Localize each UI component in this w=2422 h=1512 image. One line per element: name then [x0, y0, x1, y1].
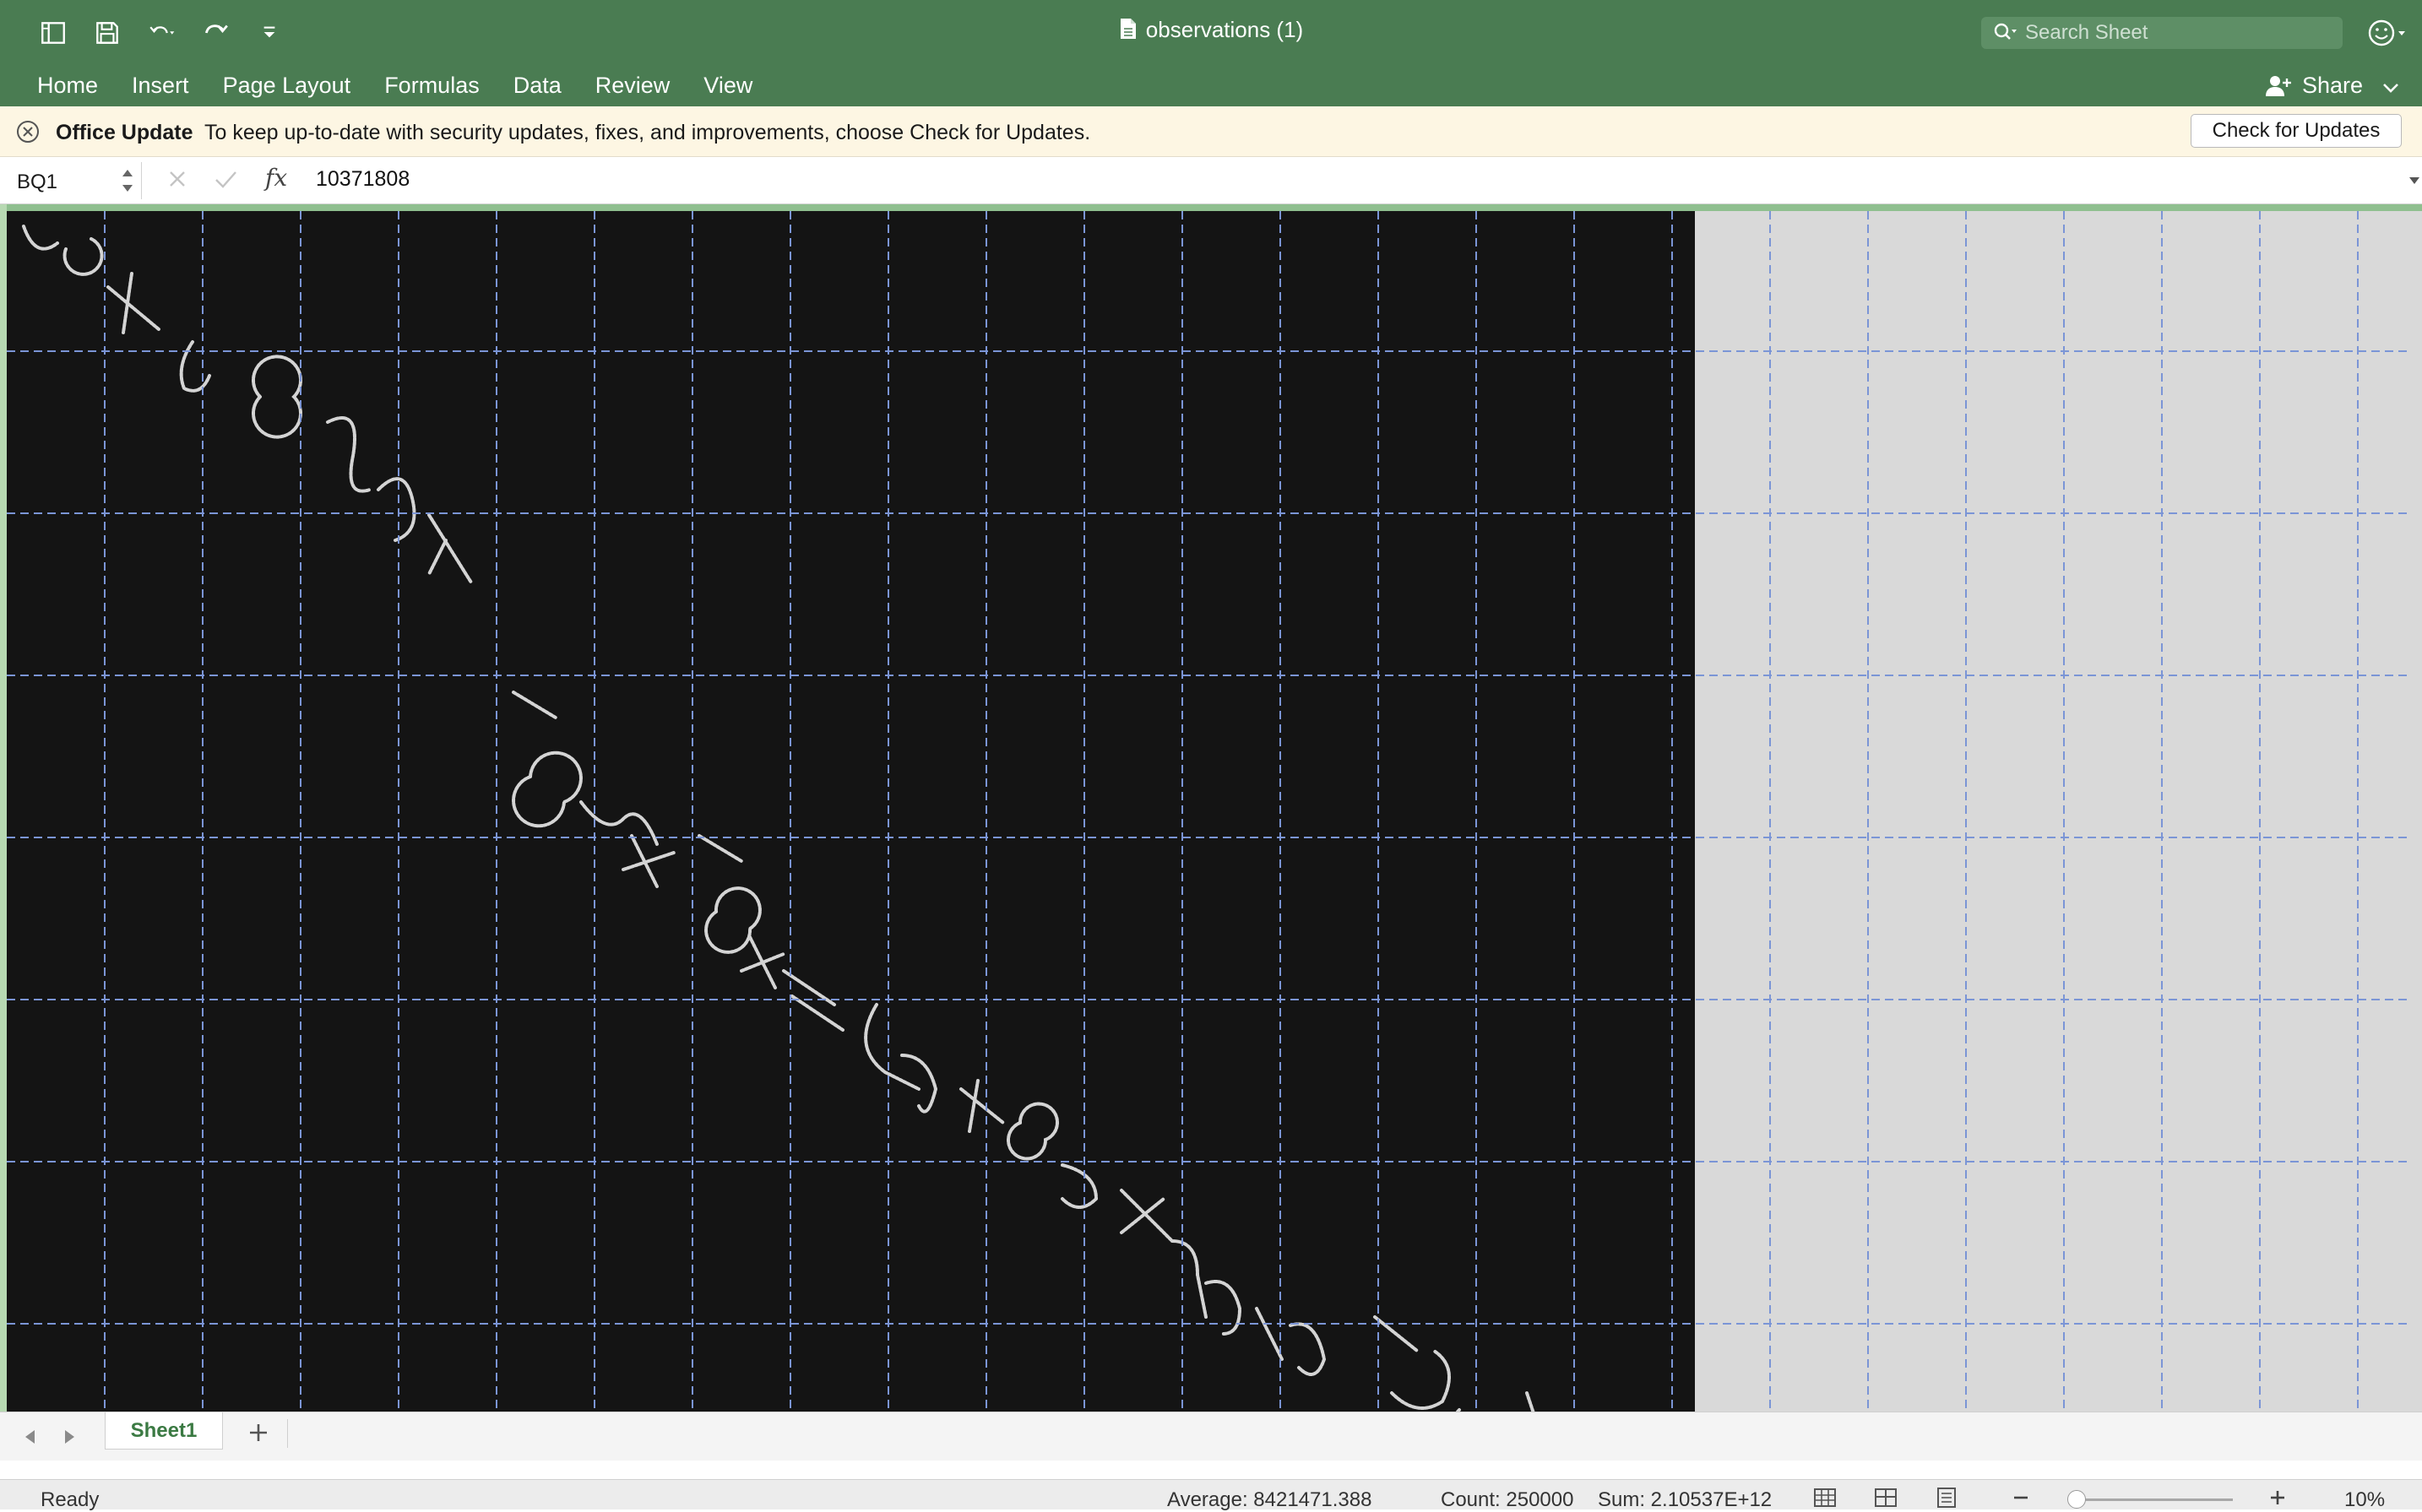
ribbon-tabs: Home Insert Page Layout Formulas Data Re… — [20, 68, 769, 106]
zoom-in-icon[interactable] — [2268, 1488, 2287, 1507]
confirm-entry-icon[interactable] — [213, 167, 238, 191]
tab-view[interactable]: View — [687, 68, 769, 106]
expand-formula-bar-icon[interactable] — [2408, 176, 2420, 186]
tab-home[interactable]: Home — [20, 68, 115, 106]
sheet-tab-bar: Sheet1 — [0, 1412, 2422, 1461]
status-average: Average: 8421471.388 — [1167, 1488, 1372, 1511]
feedback-smiley-icon[interactable] — [2366, 17, 2408, 49]
share-label: Share — [2302, 73, 2364, 98]
normal-view-icon[interactable] — [1812, 1487, 1838, 1509]
tab-review[interactable]: Review — [578, 68, 687, 106]
page-break-view-icon[interactable] — [1873, 1487, 1898, 1509]
zoom-level[interactable]: 10% — [2344, 1488, 2385, 1512]
formula-bar: BQ1 fx 10371808 — [0, 157, 2422, 204]
column-header-strip — [0, 204, 2422, 211]
zoom-slider-handle[interactable] — [2067, 1490, 2086, 1509]
tab-divider — [287, 1419, 288, 1448]
share-button[interactable]: Share — [2263, 73, 2363, 99]
insert-function-button[interactable]: fx — [265, 164, 287, 192]
tab-insert[interactable]: Insert — [115, 68, 206, 106]
previous-sheet-icon[interactable] — [22, 1428, 39, 1446]
ribbon: Home Insert Page Layout Formulas Data Re… — [0, 68, 2422, 106]
status-sum: Sum: 2.10537E+12 — [1598, 1488, 1773, 1511]
add-person-icon — [2266, 75, 2291, 96]
office-update-message-bar: Office Update To keep up-to-date with se… — [0, 106, 2422, 157]
tab-page-layout[interactable]: Page Layout — [206, 68, 368, 106]
search-icon — [1994, 23, 2017, 40]
pixel-image-cells — [7, 211, 1695, 1482]
status-bar: Ready Average: 8421471.388 Count: 250000… — [0, 1479, 2422, 1512]
row-header-strip — [0, 204, 7, 1412]
add-sheet-icon[interactable] — [247, 1421, 270, 1444]
window-title-text: observations (1) — [1145, 17, 1304, 42]
sheet-tab-sheet1[interactable]: Sheet1 — [105, 1412, 223, 1450]
title-bar: observations (1) — [0, 0, 2422, 68]
zoom-out-icon[interactable] — [2012, 1488, 2030, 1507]
zoom-slider-track[interactable] — [2072, 1498, 2233, 1501]
search-box[interactable] — [1981, 17, 2343, 49]
name-box-stepper-icon[interactable] — [118, 164, 137, 198]
status-mode: Ready — [41, 1488, 100, 1511]
page-layout-view-icon[interactable] — [1934, 1487, 1959, 1509]
message-text: To keep up-to-date with security updates… — [204, 121, 1091, 144]
close-message-icon[interactable] — [15, 119, 41, 144]
message-title: Office Update — [56, 121, 193, 144]
tab-data[interactable]: Data — [497, 68, 578, 106]
diagonal-glyph-drawing — [22, 225, 1664, 1482]
collapse-ribbon-chevron-icon[interactable] — [2380, 78, 2402, 98]
check-for-updates-button[interactable]: Check for Updates — [2191, 114, 2402, 148]
tab-formulas[interactable]: Formulas — [367, 68, 497, 106]
next-sheet-icon[interactable] — [61, 1428, 78, 1446]
search-input[interactable] — [2025, 21, 2329, 45]
worksheet-grid[interactable] — [0, 204, 2422, 1482]
cancel-entry-icon[interactable] — [166, 167, 189, 191]
status-count: Count: 250000 — [1441, 1488, 1574, 1511]
formula-input[interactable]: 10371808 — [316, 167, 410, 192]
document-icon — [1120, 19, 1136, 39]
